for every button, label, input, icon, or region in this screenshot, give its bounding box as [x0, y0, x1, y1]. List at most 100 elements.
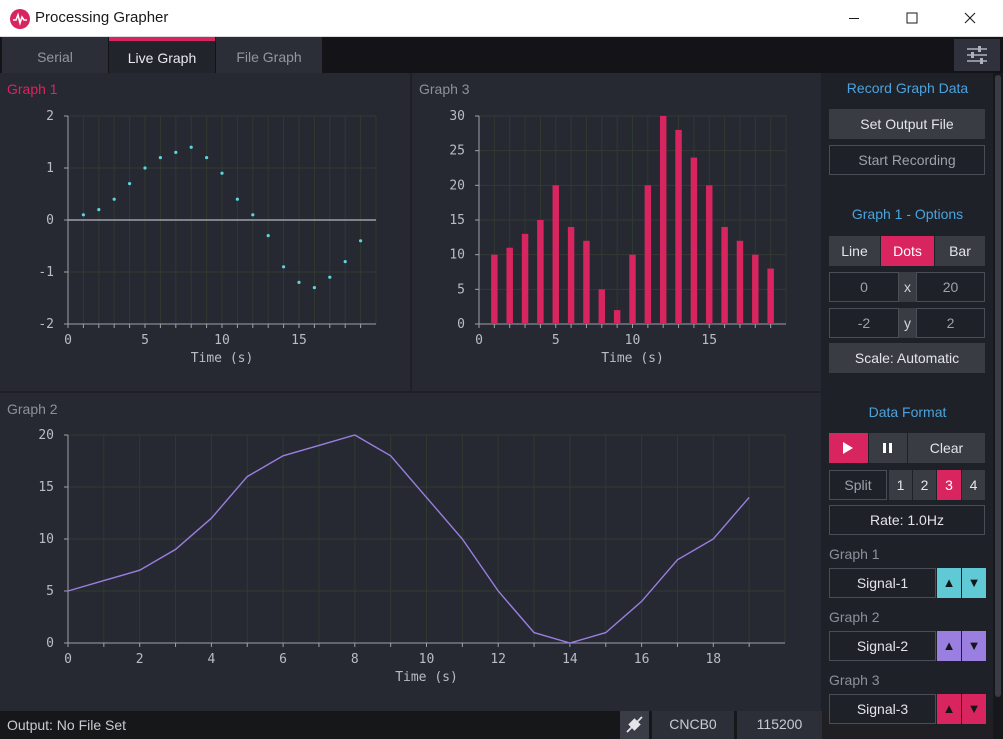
- play-icon: [843, 442, 853, 454]
- close-button[interactable]: [947, 0, 993, 37]
- tab-live-graph[interactable]: Live Graph: [109, 37, 215, 73]
- graph-1-panel[interactable]: 0 5 10 15 -2 -1 0 1 2 Time (s) Graph 1: [0, 73, 410, 391]
- y-tick-label: -1: [38, 265, 54, 280]
- y-min-input[interactable]: -2: [829, 308, 899, 338]
- x-tick-label: 5: [552, 333, 560, 348]
- signal-1-move-up-button[interactable]: ▲: [937, 568, 961, 598]
- data-point: [328, 275, 332, 279]
- x-tick-label: 12: [490, 652, 506, 667]
- graph-3-title: Graph 3: [419, 81, 470, 97]
- signal-1-graph-label: Graph 1: [829, 546, 880, 562]
- x-max-input[interactable]: 20: [916, 272, 985, 302]
- data-point: [266, 234, 270, 238]
- y-tick-label: 15: [449, 213, 465, 228]
- x-tick-label: 16: [634, 652, 650, 667]
- data-point: [312, 286, 316, 290]
- signal-2-field[interactable]: Signal-2: [829, 631, 936, 661]
- tab-bar: Serial Live Graph File Graph: [0, 37, 1003, 73]
- minimize-button[interactable]: [831, 0, 877, 37]
- bar: [598, 289, 606, 324]
- tab-file-graph[interactable]: File Graph: [216, 37, 322, 73]
- x-tick-label: 6: [279, 652, 287, 667]
- split-option-4[interactable]: 4: [962, 470, 985, 500]
- pause-icon: [883, 443, 892, 453]
- data-point: [343, 260, 347, 264]
- y-tick-label: 15: [38, 480, 54, 495]
- signal-3-move-up-button[interactable]: ▲: [937, 694, 961, 724]
- x-tick-label: 18: [705, 652, 721, 667]
- y-tick-label: 10: [38, 532, 54, 547]
- data-point: [220, 171, 224, 175]
- data-point: [282, 265, 286, 269]
- y-tick-label: 20: [38, 428, 54, 443]
- app-logo-icon: [10, 9, 30, 29]
- y-max-input[interactable]: 2: [916, 308, 985, 338]
- signal-2-move-up-button[interactable]: ▲: [937, 631, 961, 661]
- x-tick-label: 15: [291, 333, 307, 348]
- settings-sliders-button[interactable]: [954, 39, 1000, 71]
- data-point: [97, 208, 101, 212]
- y-tick-label: 5: [457, 282, 465, 297]
- data-point: [235, 197, 239, 201]
- x-min-input[interactable]: 0: [829, 272, 899, 302]
- x-axis-title: Time (s): [601, 351, 664, 366]
- signal-1-field[interactable]: Signal-1: [829, 568, 936, 598]
- x-tick-label: 8: [351, 652, 359, 667]
- bar: [537, 220, 544, 324]
- y-tick-label: 5: [46, 584, 54, 599]
- x-tick-label: 0: [64, 652, 72, 667]
- x-tick-label: 10: [625, 333, 641, 348]
- split-option-1[interactable]: 1: [889, 470, 912, 500]
- sample-rate-field[interactable]: Rate: 1.0Hz: [829, 505, 985, 535]
- y-axis-label: y: [899, 308, 916, 338]
- x-tick-label: 0: [64, 333, 72, 348]
- y-tick-label: -2: [38, 317, 54, 332]
- type-line-button[interactable]: Line: [829, 236, 880, 266]
- bar: [506, 247, 513, 324]
- sidebar-scroll-thumb[interactable]: [995, 75, 1001, 697]
- bar: [767, 268, 774, 324]
- signal-3-field[interactable]: Signal-3: [829, 694, 936, 724]
- title-bar: Processing Grapher: [0, 0, 1003, 37]
- x-tick-label: 10: [214, 333, 230, 348]
- x-axis-title: Time (s): [395, 670, 458, 685]
- signal-1-move-down-button[interactable]: ▼: [962, 568, 986, 598]
- set-output-file-button[interactable]: Set Output File: [829, 109, 985, 139]
- pause-button[interactable]: [869, 433, 907, 463]
- graph-2-panel[interactable]: 0 2 4 6 8 10 12 14 16 18 0 5 10 15 20 Time (s) Graph 2: [0, 393, 821, 711]
- data-point: [81, 213, 85, 217]
- output-status-text: Output: No File Set: [7, 717, 127, 733]
- y-tick-label: 2: [46, 109, 54, 124]
- x-axis-label: x: [899, 272, 916, 302]
- data-point: [359, 239, 363, 243]
- x-tick-label: 15: [701, 333, 717, 348]
- clear-button[interactable]: Clear: [908, 433, 985, 463]
- y-tick-label: 0: [46, 636, 54, 651]
- bar: [690, 157, 698, 324]
- graph-3-panel[interactable]: 0 5 10 15 0 5 10 15 20 25 30 Time (s) Graph 3: [412, 73, 821, 391]
- graph-1-title: Graph 1: [7, 81, 58, 97]
- x-tick-label: 14: [562, 652, 578, 667]
- signal-3-move-down-button[interactable]: ▼: [962, 694, 986, 724]
- split-option-3[interactable]: 3: [937, 470, 961, 500]
- data-point: [189, 145, 193, 149]
- bar: [721, 226, 728, 324]
- type-bar-button[interactable]: Bar: [935, 236, 985, 266]
- baud-rate-label: 115200: [737, 711, 822, 739]
- bar: [629, 254, 636, 324]
- data-format-title: Data Format: [868, 404, 947, 420]
- split-label: Split: [829, 470, 887, 500]
- split-option-2[interactable]: 2: [913, 470, 936, 500]
- connection-button[interactable]: [620, 711, 649, 739]
- data-point: [143, 166, 147, 170]
- start-recording-button[interactable]: Start Recording: [829, 145, 985, 175]
- type-dots-button[interactable]: Dots: [881, 236, 934, 266]
- tab-serial[interactable]: Serial: [2, 37, 108, 73]
- graph-options-title: Graph 1 - Options: [851, 206, 964, 222]
- data-point: [128, 182, 132, 186]
- scale-automatic-button[interactable]: Scale: Automatic: [829, 343, 985, 373]
- window-title: Processing Grapher: [35, 9, 169, 26]
- play-button[interactable]: [829, 433, 868, 463]
- signal-2-move-down-button[interactable]: ▼: [962, 631, 986, 661]
- maximize-button[interactable]: [889, 0, 935, 37]
